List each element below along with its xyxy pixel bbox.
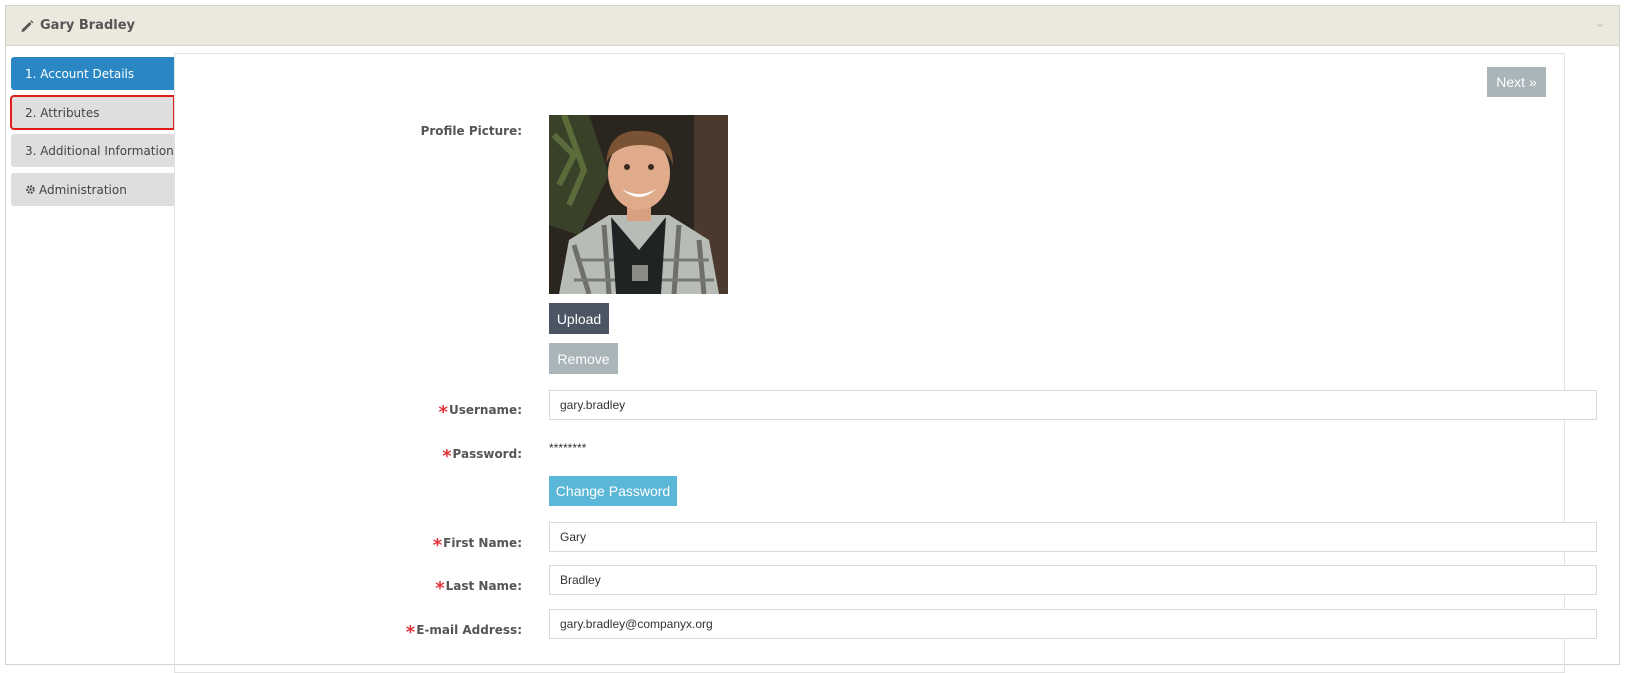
change-password-button[interactable]: Change Password — [549, 476, 677, 506]
tab-label: 1. Account Details — [25, 66, 135, 81]
remove-button[interactable]: Remove — [549, 343, 618, 374]
avatar — [549, 115, 728, 294]
tab-label: Administration — [39, 182, 127, 197]
last-name-field[interactable] — [549, 565, 1597, 595]
tab-label: 2. Attributes — [25, 105, 100, 120]
password-label: *Password: — [222, 442, 523, 467]
chevron-down-icon[interactable]: ⌄ — [1595, 16, 1605, 30]
username-field[interactable] — [549, 390, 1597, 420]
required-marker: * — [435, 578, 445, 599]
pencil-icon — [21, 19, 34, 32]
username-label-text: Username: — [448, 403, 522, 417]
page-title-text: Gary Bradley — [40, 18, 135, 33]
required-marker: * — [405, 622, 416, 643]
required-marker: * — [442, 446, 452, 467]
upload-button[interactable]: Upload — [549, 303, 609, 334]
next-button[interactable]: Next » — [1487, 67, 1546, 97]
password-label-text: Password: — [452, 447, 523, 461]
password-value: ******** — [549, 441, 587, 455]
required-marker: * — [432, 535, 443, 556]
tab-administration[interactable]: Administration — [11, 173, 174, 206]
email-label: *E-mail Address: — [222, 618, 522, 643]
last-name-label: *Last Name: — [222, 574, 522, 599]
email-field[interactable] — [549, 609, 1597, 639]
panel-header: Gary Bradley ⌄ — [6, 6, 1619, 46]
tab-account-details[interactable]: 1. Account Details — [11, 57, 174, 90]
first-name-field[interactable] — [549, 522, 1597, 552]
tab-label: 3. Additional Information — [25, 143, 174, 158]
tab-attributes[interactable]: 2. Attributes — [10, 95, 175, 130]
first-name-label: *First Name: — [222, 531, 522, 556]
page-title: Gary Bradley — [20, 18, 135, 33]
username-label: *Username: — [222, 398, 522, 423]
last-name-label-text: Last Name: — [445, 579, 522, 593]
first-name-label-text: First Name: — [443, 536, 522, 550]
required-marker: * — [438, 402, 448, 423]
email-label-text: E-mail Address: — [416, 623, 522, 637]
tab-additional-information[interactable]: 3. Additional Information — [11, 134, 174, 167]
profile-picture-label: Profile Picture: — [420, 124, 522, 138]
profile-picture — [549, 115, 728, 294]
gear-icon — [26, 185, 35, 194]
